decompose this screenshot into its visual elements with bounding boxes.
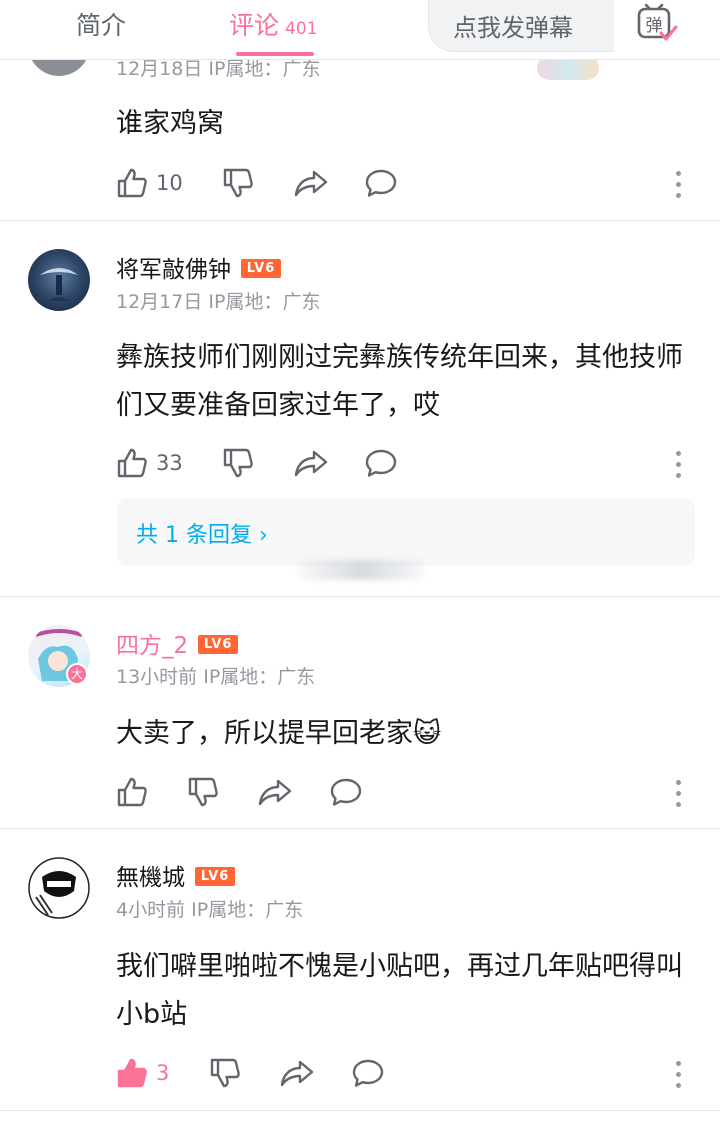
more-icon[interactable] <box>676 1061 682 1094</box>
like-count: 33 <box>156 451 183 475</box>
level-badge: LV6 <box>241 259 281 278</box>
top-tab-bar: 简介 评论 401 点我发弹幕 弹 <box>0 0 720 60</box>
like-button[interactable] <box>116 772 148 812</box>
like-button[interactable]: 33 <box>116 443 183 483</box>
comment-content: 我们噼里啪啦不愧是小贴吧，再过几年贴吧得叫小b站 <box>116 951 683 1030</box>
like-count: 10 <box>156 171 183 195</box>
danmaku-input[interactable]: 点我发弹幕 弹 <box>428 0 697 52</box>
avatar[interactable] <box>28 857 90 919</box>
tab-comments[interactable]: 评论 401 <box>229 6 317 42</box>
comment-actions: 33 <box>116 443 696 483</box>
reply-icon <box>352 1059 384 1087</box>
dislike-icon <box>210 1058 240 1088</box>
comment-item: 大 四方_2 LV6 13小时前 IP属地：广东 大卖了，所以提早回老家😺 <box>0 597 720 829</box>
username[interactable]: 無機城 LV6 <box>116 858 235 892</box>
reply-summary[interactable]: 共 1 条回复 › <box>117 498 695 566</box>
reply-button[interactable] <box>364 163 398 203</box>
level-badge: LV6 <box>195 867 235 886</box>
dislike-button[interactable] <box>222 163 254 203</box>
avatar[interactable] <box>28 249 90 311</box>
like-button[interactable]: 10 <box>116 163 183 203</box>
share-button[interactable] <box>294 163 328 203</box>
tab-intro[interactable]: 简介 <box>76 6 126 42</box>
more-icon[interactable] <box>676 451 682 484</box>
more-icon[interactable] <box>676 780 682 813</box>
dislike-button[interactable] <box>187 772 219 812</box>
active-tab-indicator <box>236 52 314 56</box>
dislike-button[interactable] <box>209 1053 241 1093</box>
reply-summary-text: 共 1 条回复 › <box>136 523 268 548</box>
dislike-icon <box>223 168 253 198</box>
username-text: 無機城 <box>116 865 185 891</box>
avatar-badge: 大 <box>66 663 88 685</box>
reply-button[interactable] <box>329 772 363 812</box>
like-icon <box>117 1058 147 1088</box>
dislike-icon <box>188 777 218 807</box>
danmaku-toggle-button[interactable]: 弹 <box>614 0 697 52</box>
comment-item: 無機城 LV6 4小时前 IP属地：广东 我们噼里啪啦不愧是小贴吧，再过几年贴吧得… <box>0 829 720 1111</box>
like-icon <box>117 777 147 807</box>
blurred-overlay <box>298 560 424 580</box>
comment-meta: 4小时前 IP属地：广东 <box>116 899 304 921</box>
share-icon <box>294 450 328 477</box>
reply-icon <box>365 449 397 477</box>
share-icon <box>294 170 328 197</box>
comment-content: 谁家鸡窝 <box>116 108 224 139</box>
comment-actions: 10 <box>116 163 696 203</box>
comment-count: 401 <box>285 19 318 39</box>
share-button[interactable] <box>258 772 292 812</box>
share-icon <box>258 779 292 806</box>
reply-button[interactable] <box>364 443 398 483</box>
username[interactable]: 四方_2 LV6 <box>116 626 239 660</box>
danmaku-icon: 弹 <box>637 3 678 41</box>
comment-actions <box>116 772 696 812</box>
like-icon <box>117 448 147 478</box>
dislike-icon <box>223 448 253 478</box>
share-icon <box>280 1060 314 1087</box>
reply-icon <box>365 169 397 197</box>
more-icon[interactable] <box>676 171 682 204</box>
username-text: 四方_2 <box>116 633 189 659</box>
like-icon <box>117 168 147 198</box>
comment-content: 彝族技师们刚刚过完彝族传统年回来，其他技师们又要准备回家过年了，哎 <box>116 342 683 421</box>
comment-actions: 3 <box>116 1053 696 1093</box>
danmaku-placeholder: 点我发弹幕 <box>453 14 573 42</box>
dislike-button[interactable] <box>222 443 254 483</box>
comment-meta: 12月17日 IP属地：广东 <box>116 291 321 313</box>
comment-meta: 13小时前 IP属地：广东 <box>116 666 316 688</box>
share-button[interactable] <box>294 443 328 483</box>
username[interactable]: 将军敲佛钟 LV6 <box>116 250 281 284</box>
like-button[interactable]: 3 <box>116 1053 169 1093</box>
tab-intro-label: 简介 <box>76 11 127 40</box>
reply-icon <box>330 778 362 806</box>
reply-button[interactable] <box>351 1053 385 1093</box>
tab-comments-label: 评论 <box>229 11 280 40</box>
share-button[interactable] <box>280 1053 314 1093</box>
like-count: 3 <box>156 1061 170 1085</box>
comment-content: 大卖了，所以提早回老家😺 <box>116 718 442 749</box>
username-text: 将军敲佛钟 <box>116 257 231 283</box>
level-badge: LV6 <box>198 635 239 654</box>
